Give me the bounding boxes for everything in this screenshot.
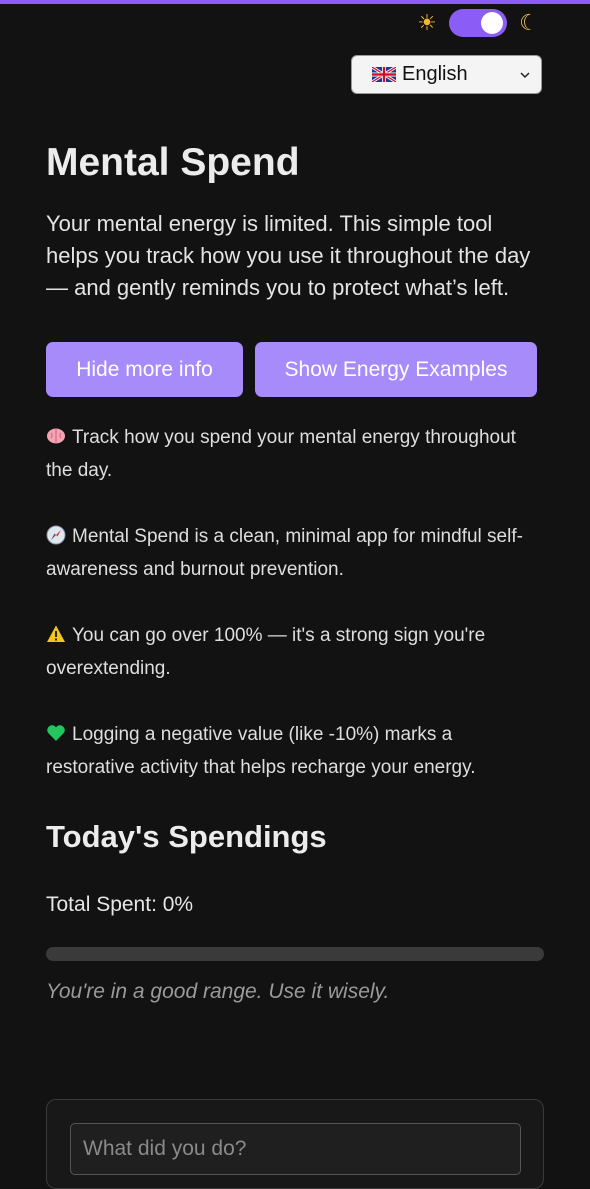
info-text-warning: You can go over 100% — it's a strong sig…	[46, 625, 486, 679]
info-list: Track how you spend your mental energy t…	[46, 421, 544, 784]
log-activity-card	[46, 1099, 544, 1189]
language-select[interactable]: English	[351, 55, 542, 94]
toggle-knob	[481, 12, 503, 34]
moon-icon: ☾	[519, 10, 539, 35]
language-selected-label: English	[402, 63, 468, 85]
total-spent: Total Spent: 0%	[46, 893, 194, 916]
top-accent-bar	[0, 0, 590, 4]
compass-icon	[46, 525, 66, 545]
intro-text: Your mental energy is limited. This simp…	[46, 211, 531, 300]
uk-flag-icon	[372, 67, 396, 82]
info-text-track: Track how you spend your mental energy t…	[46, 427, 516, 481]
page-title: Mental Spend	[46, 141, 300, 184]
info-item-about: Mental Spend is a clean, minimal app for…	[46, 520, 544, 586]
theme-switcher: ☀ ☾	[414, 9, 542, 37]
spendings-title: Today's Spendings	[46, 819, 327, 854]
dark-mode-toggle[interactable]	[449, 9, 507, 37]
info-item-warning: You can go over 100% — it's a strong sig…	[46, 619, 544, 685]
main-content: Mental Spend Your mental energy is limit…	[46, 140, 544, 1007]
brain-icon	[47, 428, 65, 444]
action-buttons: Hide more info Show Energy Examples	[46, 342, 544, 397]
energy-progress-bar	[46, 947, 544, 961]
chevron-down-icon	[520, 71, 530, 78]
info-item-track: Track how you spend your mental energy t…	[46, 421, 544, 487]
info-text-restorative: Logging a negative value (like -10%) mar…	[46, 724, 476, 778]
sun-icon: ☀	[417, 10, 437, 35]
show-energy-examples-button[interactable]: Show Energy Examples	[255, 342, 537, 397]
info-item-restorative: Logging a negative value (like -10%) mar…	[46, 718, 544, 784]
activity-input[interactable]	[70, 1123, 521, 1175]
hide-more-info-button[interactable]: Hide more info	[46, 342, 243, 397]
green-heart-icon	[47, 725, 65, 741]
warning-icon	[47, 625, 65, 642]
status-message: You're in a good range. Use it wisely.	[46, 980, 390, 1003]
info-text-about: Mental Spend is a clean, minimal app for…	[46, 526, 523, 580]
